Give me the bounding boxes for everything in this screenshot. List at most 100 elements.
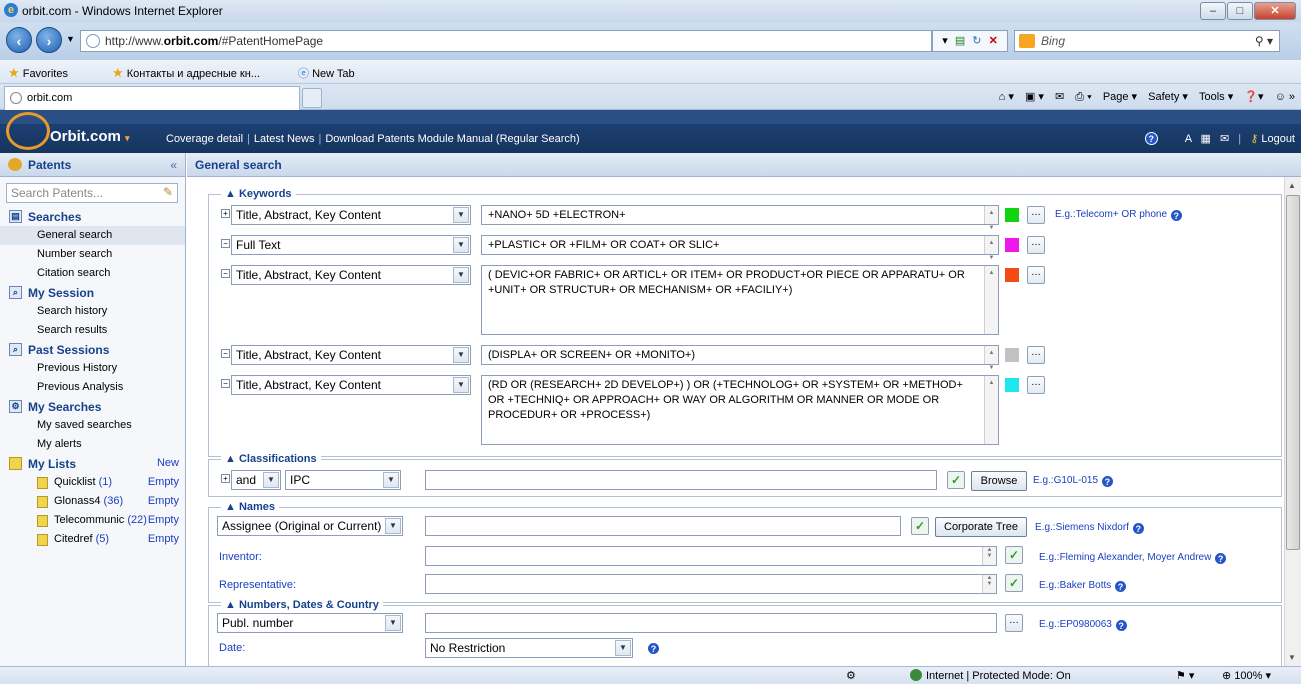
sidebar-item-search-history[interactable]: Search history	[0, 302, 185, 321]
field-select[interactable]: Title, Abstract, Key Content ▼	[231, 265, 471, 285]
chevron-down-icon[interactable]: ▼	[615, 640, 631, 656]
security-zone[interactable]: Internet | Protected Mode: On	[910, 669, 1071, 682]
fav-item-new-tab[interactable]: ⓔ New Tab	[298, 65, 355, 81]
highlight-color-swatch[interactable]	[1005, 378, 1019, 392]
scrollbar-thumb[interactable]	[1286, 195, 1300, 550]
sidebar-item-general-search[interactable]: General search	[0, 226, 185, 245]
search-icon[interactable]: ⚲ ▾	[1255, 31, 1273, 51]
expand-icon[interactable]: −	[221, 379, 230, 388]
close-button[interactable]: ✕	[1254, 2, 1296, 20]
status-options-icon[interactable]: ⚑ ▾	[1176, 669, 1194, 682]
expand-icon[interactable]: −	[221, 239, 230, 248]
safety-menu[interactable]: Safety ▾	[1148, 91, 1188, 103]
spinner-icon[interactable]: ▲ ▼	[982, 575, 996, 593]
assignee-field-select[interactable]: Assignee (Original or Current) ▼	[217, 516, 403, 536]
search-patents-input[interactable]: Search Patents... ✎	[6, 183, 178, 203]
highlight-color-swatch[interactable]	[1005, 238, 1019, 252]
sidebar-item-previous-history[interactable]: Previous History	[0, 359, 185, 378]
validate-icon[interactable]: ✓	[911, 517, 929, 535]
feeds-icon[interactable]: ▣ ▾	[1025, 91, 1044, 103]
stop-icon[interactable]: ✕	[989, 35, 998, 47]
url-field[interactable]: http://www.orbit.com/#PatentHomePage	[80, 30, 932, 52]
help-icon[interactable]: ?	[1144, 132, 1158, 145]
names-legend[interactable]: ▲ Names	[221, 501, 280, 513]
section-searches[interactable]: ▤ Searches	[0, 207, 185, 226]
email-icon[interactable]: ✉	[1220, 133, 1229, 145]
tools-menu[interactable]: Tools ▾	[1199, 91, 1233, 103]
chevron-down-icon[interactable]: ▼	[385, 518, 401, 534]
more-options-button[interactable]: …	[1027, 206, 1045, 224]
sidebar-item-saved-searches[interactable]: My saved searches	[0, 416, 185, 435]
help-icon[interactable]: ?	[1100, 475, 1114, 488]
keyword-query-input[interactable]: (RD OR (RESEARCH+ 2D DEVELOP+) ) OR (+TE…	[481, 375, 999, 445]
highlight-color-swatch[interactable]	[1005, 208, 1019, 222]
help-icon[interactable]: ?	[1169, 209, 1183, 222]
help-icon[interactable]: ?	[1114, 580, 1128, 593]
new-tab-button[interactable]	[302, 88, 322, 108]
list-item[interactable]: Quicklist (1) Empty	[0, 473, 185, 492]
empty-list-link[interactable]: Empty	[148, 514, 179, 526]
section-my-session[interactable]: ⌕ My Session	[0, 283, 185, 302]
keyword-query-input[interactable]: ( DEVIC+OR FABRIC+ OR ARTICL+ OR ITEM+ O…	[481, 265, 999, 335]
spinner-icon[interactable]: ▲ ▼	[984, 346, 998, 371]
representative-input[interactable]: ▲ ▼	[425, 574, 997, 594]
section-past-sessions[interactable]: ⌕ Past Sessions	[0, 340, 185, 359]
section-my-searches[interactable]: ⚙ My Searches	[0, 397, 185, 416]
inventor-input[interactable]: ▲ ▼	[425, 546, 997, 566]
keyword-query-input[interactable]: +NANO+ 5D +ELECTRON+ ▲ ▼	[481, 205, 999, 231]
minimize-button[interactable]: –	[1200, 2, 1226, 20]
field-select[interactable]: Title, Abstract, Key Content ▼	[231, 205, 471, 225]
translate-icon[interactable]: A	[1185, 133, 1192, 145]
scroll-down-icon[interactable]: ▼	[1288, 653, 1296, 662]
export-icon[interactable]: ▦	[1201, 133, 1211, 145]
latest-news-link[interactable]: Latest News	[254, 133, 315, 145]
help-icon[interactable]: ?	[1131, 522, 1145, 535]
sidebar-item-search-results[interactable]: Search results	[0, 321, 185, 340]
help-icon[interactable]: ?	[1114, 619, 1128, 632]
keyword-query-input[interactable]: +PLASTIC+ OR +FILM+ OR COAT+ OR SLIC+ ▲ ▼	[481, 235, 999, 261]
validate-icon[interactable]: ✓	[947, 471, 965, 489]
collapse-icon[interactable]: «	[170, 158, 177, 172]
field-select[interactable]: Title, Abstract, Key Content ▼	[231, 375, 471, 395]
section-my-lists[interactable]: My Lists New	[0, 454, 185, 473]
more-options-button[interactable]: …	[1027, 346, 1045, 364]
chevron-down-icon[interactable]: ▼	[453, 347, 469, 363]
refresh-icon[interactable]: ↻	[972, 35, 981, 47]
number-type-select[interactable]: Publ. number ▼	[217, 613, 403, 633]
history-dropdown-icon[interactable]: ▼	[66, 34, 75, 44]
sidebar-item-previous-analysis[interactable]: Previous Analysis	[0, 378, 185, 397]
help-icon[interactable]: ?	[1214, 552, 1228, 565]
keywords-legend[interactable]: ▲ Keywords	[221, 188, 296, 200]
highlight-color-swatch[interactable]	[1005, 348, 1019, 362]
more-options-button[interactable]: …	[1027, 376, 1045, 394]
scroll-icon[interactable]: ▲	[984, 266, 998, 334]
spinner-icon[interactable]: ▲ ▼	[984, 236, 998, 261]
security-icon[interactable]: ⚙	[846, 669, 856, 682]
date-select[interactable]: No Restriction ▼	[425, 638, 633, 658]
assignee-input[interactable]	[425, 516, 901, 536]
operator-select[interactable]: and ▼	[231, 470, 281, 490]
classification-input[interactable]	[425, 470, 937, 490]
zoom-level[interactable]: ⊕ 100% ▾	[1222, 669, 1271, 682]
help-icon[interactable]: ?	[647, 642, 660, 655]
search-box[interactable]: Bing ⚲ ▾	[1014, 30, 1280, 52]
chevron-down-icon[interactable]: ▼	[453, 207, 469, 223]
orbit-logo[interactable]: Orbit.com ▾	[6, 110, 152, 151]
maximize-button[interactable]: □	[1227, 2, 1253, 20]
number-input[interactable]	[425, 613, 997, 633]
sidebar-item-citation-search[interactable]: Citation search	[0, 264, 185, 283]
keyword-query-input[interactable]: (DISPLA+ OR SCREEN+ OR +MONITO+) ▲ ▼	[481, 345, 999, 371]
scheme-select[interactable]: IPC ▼	[285, 470, 401, 490]
browse-button[interactable]: Browse	[971, 471, 1027, 491]
empty-list-link[interactable]: Empty	[148, 495, 179, 507]
empty-list-link[interactable]: Empty	[148, 533, 179, 545]
scroll-up-icon[interactable]: ▲	[1288, 181, 1296, 190]
sidebar-item-number-search[interactable]: Number search	[0, 245, 185, 264]
highlight-color-swatch[interactable]	[1005, 268, 1019, 282]
tab-orbit[interactable]: orbit.com	[4, 86, 300, 110]
vertical-scrollbar[interactable]: ▲ ▼	[1284, 177, 1301, 666]
more-options-button[interactable]: …	[1005, 614, 1023, 632]
page-menu[interactable]: Page ▾	[1103, 91, 1137, 103]
chevron-down-icon[interactable]: ▼	[453, 237, 469, 253]
chevron-down-icon[interactable]: ▼	[385, 615, 401, 631]
